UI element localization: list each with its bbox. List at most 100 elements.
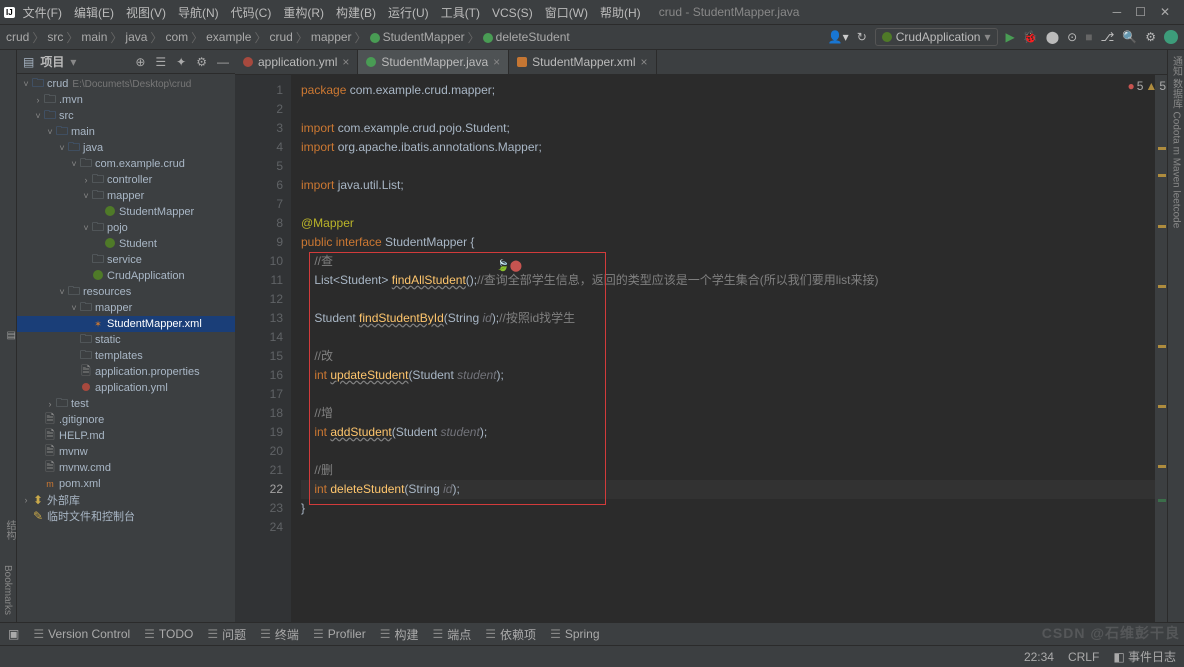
close-tab-icon[interactable]: × — [493, 55, 500, 69]
breadcrumb-item[interactable]: example — [206, 30, 251, 44]
expand-icon[interactable]: ✦ — [176, 55, 186, 69]
tree-row[interactable]: 🗀static — [17, 332, 235, 348]
hide-icon[interactable]: — — [217, 55, 229, 69]
menu-item[interactable]: 重构(R) — [277, 4, 330, 22]
search-icon[interactable]: 🔍 — [1122, 30, 1137, 44]
tree-row[interactable]: ˅🗀resources — [17, 284, 235, 300]
breadcrumb-item[interactable]: crud — [6, 30, 29, 44]
project-icon: ▤ — [23, 55, 34, 69]
editor-tab[interactable]: application.yml× — [235, 50, 358, 74]
tree-row[interactable]: 🗀templates — [17, 348, 235, 364]
close-tab-icon[interactable]: × — [641, 55, 648, 69]
error-stripe[interactable]: ●5 ▲5 — [1155, 75, 1167, 622]
tree-row[interactable]: ˅🗀mapper — [17, 188, 235, 204]
menu-item[interactable]: 构建(B) — [330, 4, 382, 22]
breadcrumb-item[interactable]: mapper — [311, 30, 352, 44]
bottom-item[interactable]: ☰终端 — [260, 626, 299, 643]
nav-toolbar: crud〉src〉main〉java〉com〉example〉crud〉mapp… — [0, 24, 1184, 50]
settings-icon[interactable]: ⚙ — [196, 55, 207, 69]
tree-row[interactable]: 🗎application.properties — [17, 364, 235, 380]
breadcrumb[interactable]: crud〉src〉main〉java〉com〉example〉crud〉mapp… — [6, 29, 570, 46]
breadcrumb-item[interactable]: deleteStudent — [483, 30, 570, 44]
tree-row[interactable]: ˅🗀pojo — [17, 220, 235, 236]
breadcrumb-item[interactable]: java — [125, 30, 147, 44]
left-bar-bookmarks[interactable]: Bookmarks — [2, 565, 13, 615]
bottom-item[interactable]: ☰依赖项 — [485, 626, 536, 643]
tree-row[interactable]: ˅🗀mapper — [17, 300, 235, 316]
bottom-item[interactable]: ☰Profiler — [313, 627, 366, 641]
project-pane: ▤ 项目 ▾ ⊕ ☰ ✦ ⚙ — ˅🗀crudE:\Documets\Deskt… — [17, 50, 235, 622]
bottom-item[interactable]: ☰问题 — [207, 626, 246, 643]
sync-icon[interactable]: ↻ — [857, 30, 867, 44]
stop-icon[interactable]: ■ — [1085, 30, 1092, 44]
tree-row[interactable]: mpom.xml — [17, 476, 235, 492]
menu-item[interactable]: 帮助(H) — [594, 4, 647, 22]
editor-tab[interactable]: StudentMapper.xml× — [509, 50, 656, 74]
breadcrumb-item[interactable]: crud — [270, 30, 293, 44]
project-tree[interactable]: ˅🗀crudE:\Documets\Desktop\crud›🗀.mvn˅🗀sr… — [17, 74, 235, 622]
status-bar: 22:34 CRLF ◧ 事件日志 — [0, 645, 1184, 667]
profile-icon[interactable]: ⊙ — [1067, 30, 1077, 44]
tree-row[interactable]: ˅🗀src — [17, 108, 235, 124]
menu-item[interactable]: 文件(F) — [17, 4, 68, 22]
avatar-icon[interactable] — [1164, 30, 1178, 44]
tree-row[interactable]: ˅🗀java — [17, 140, 235, 156]
close-tab-icon[interactable]: × — [342, 55, 349, 69]
tree-row[interactable]: ✶StudentMapper.xml — [17, 316, 235, 332]
close-icon[interactable]: ✕ — [1160, 5, 1170, 19]
run-icon[interactable]: ▶ — [1006, 30, 1015, 44]
bottom-item[interactable]: ☰构建 — [380, 626, 419, 643]
collapse-icon[interactable]: ☰ — [155, 55, 166, 69]
select-opened-file-icon[interactable]: ⊕ — [135, 55, 145, 69]
bottom-item[interactable]: ☰Version Control — [33, 627, 130, 641]
minimize-icon[interactable]: ─ — [1113, 5, 1122, 19]
toolwin-icon[interactable]: ▣ — [8, 627, 19, 641]
git-icon[interactable]: ⎇ — [1100, 30, 1114, 44]
menu-item[interactable]: 窗口(W) — [539, 4, 594, 22]
breadcrumb-item[interactable]: main — [81, 30, 107, 44]
bottom-item[interactable]: ☰端点 — [433, 626, 472, 643]
menu-item[interactable]: VCS(S) — [486, 4, 539, 22]
breadcrumb-item[interactable]: StudentMapper — [370, 30, 465, 44]
impl-icon[interactable]: 🍃 — [496, 260, 510, 272]
tree-row[interactable]: 🗎mvnw.cmd — [17, 460, 235, 476]
tree-row[interactable]: ›⬍外部库 — [17, 492, 235, 508]
code-editor[interactable]: package com.example.crud.mapper;import c… — [291, 75, 1155, 622]
menu-item[interactable]: 导航(N) — [172, 4, 225, 22]
event-log[interactable]: ◧ 事件日志 — [1113, 648, 1176, 665]
settings-icon[interactable]: ⚙ — [1145, 30, 1156, 44]
tree-row[interactable]: application.yml — [17, 380, 235, 396]
menu-item[interactable]: 运行(U) — [382, 4, 435, 22]
user-icon[interactable]: 👤▾ — [828, 30, 849, 44]
tree-row[interactable]: ˅🗀main — [17, 124, 235, 140]
menu-item[interactable]: 编辑(E) — [68, 4, 120, 22]
tree-row[interactable]: ✎临时文件和控制台 — [17, 508, 235, 524]
bottom-toolbar[interactable]: ▣ ☰Version Control ☰TODO ☰问题 ☰终端 ☰Profiler ☰构… — [0, 622, 1184, 645]
tree-row[interactable]: 🗀service — [17, 252, 235, 268]
gutter[interactable]: 123456789101112131415161718192021222324 — [235, 75, 291, 622]
bottom-item[interactable]: ☰TODO — [144, 627, 193, 641]
override-icon[interactable]: ⬤ — [510, 260, 522, 272]
run-config[interactable]: CrudApplication ▾ — [875, 28, 998, 46]
right-toolwindow-bar[interactable]: 通知 数据库 Codota m Maven leetcode — [1167, 50, 1184, 622]
editor-tabs[interactable]: application.yml×StudentMapper.java×Stude… — [235, 50, 1167, 75]
menu-item[interactable]: 视图(V) — [120, 4, 172, 22]
window-title: crud - StudentMapper.java — [659, 5, 800, 19]
debug-icon[interactable]: 🐞 — [1023, 30, 1038, 44]
tree-row[interactable]: ›🗀controller — [17, 172, 235, 188]
left-bar-structure[interactable]: 结构 — [2, 520, 17, 540]
tree-row[interactable]: Student — [17, 236, 235, 252]
line-sep[interactable]: CRLF — [1068, 650, 1099, 664]
breadcrumb-item[interactable]: src — [47, 30, 63, 44]
menu-item[interactable]: 代码(C) — [225, 4, 278, 22]
bottom-item[interactable]: ☰Spring — [550, 627, 599, 641]
coverage-icon[interactable]: ⬤ — [1046, 30, 1059, 44]
titlebar: IJ 文件(F)编辑(E)视图(V)导航(N)代码(C)重构(R)构建(B)运行… — [0, 0, 1184, 24]
tree-row[interactable]: ˅🗀com.example.crud — [17, 156, 235, 172]
menu-item[interactable]: 工具(T) — [435, 4, 486, 22]
tree-row[interactable]: StudentMapper — [17, 204, 235, 220]
editor-tab[interactable]: StudentMapper.java× — [358, 50, 509, 74]
maximize-icon[interactable]: ☐ — [1135, 5, 1146, 19]
breadcrumb-item[interactable]: com — [165, 30, 188, 44]
tree-row[interactable]: CrudApplication — [17, 268, 235, 284]
